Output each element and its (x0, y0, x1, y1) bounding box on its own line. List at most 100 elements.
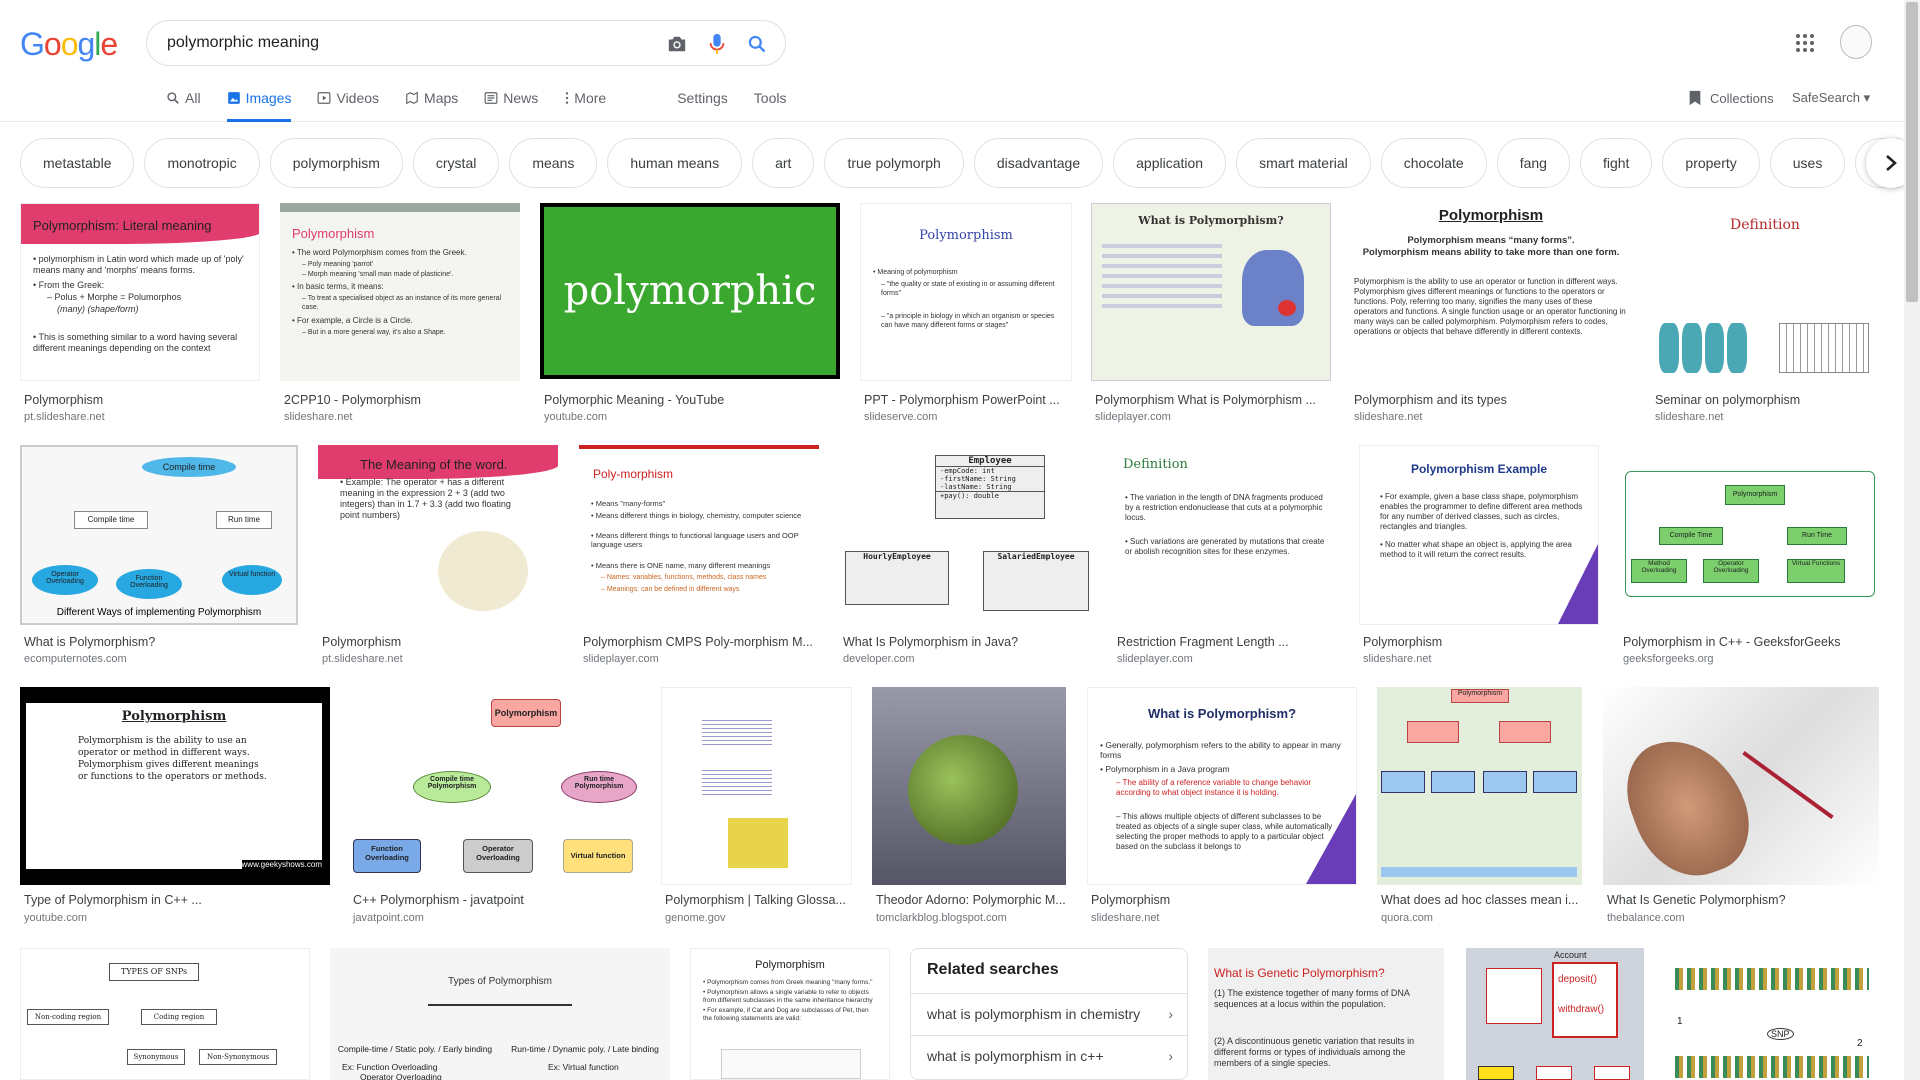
image-result[interactable]: Polymorphism Polymorphism means “many fo… (1350, 203, 1632, 425)
result-thumbnail[interactable]: Polymorphism (1377, 687, 1582, 885)
image-result[interactable]: What is Polymorphism? • Generally, polym… (1087, 687, 1357, 927)
chip[interactable]: uses (1769, 138, 1846, 188)
image-result[interactable]: Account deposit() withdraw() (1466, 948, 1644, 1080)
apps-grid-icon[interactable] (1795, 33, 1815, 53)
image-result[interactable]: Polymorphism Polymorphism is the ability… (20, 687, 330, 927)
result-thumbnail[interactable]: Compile time Compile time Run time Opera… (20, 445, 298, 625)
result-title[interactable]: Polymorphism in C++ - GeeksforGeeks (1623, 635, 1879, 649)
google-logo[interactable]: Google (20, 26, 118, 63)
result-title[interactable]: Seminar on polymorphism (1655, 393, 1879, 407)
result-source[interactable]: slideshare.net (1354, 411, 1423, 423)
chip[interactable]: fang (1496, 138, 1570, 188)
result-source[interactable]: slideshare.net (284, 411, 353, 423)
image-result[interactable]: TYPES OF SNPs Non-coding region Coding r… (20, 948, 310, 1080)
tab-settings[interactable]: Settings (677, 88, 728, 122)
result-thumbnail[interactable] (1603, 687, 1879, 885)
image-result[interactable]: Polymorphism • Polymorphism comes from G… (690, 948, 890, 1080)
page-scrollbar[interactable] (1904, 0, 1920, 1080)
image-result[interactable]: Polymorphism Compile time Polymorphism R… (349, 687, 641, 927)
tab-news[interactable]: News (484, 88, 538, 122)
result-title[interactable]: What Is Genetic Polymorphism? (1607, 893, 1879, 907)
result-source[interactable]: youtube.com (24, 912, 87, 924)
result-thumbnail[interactable]: Polymorphism: Literal meaning • polymorp… (20, 203, 260, 381)
search-icon[interactable] (745, 32, 769, 56)
image-result[interactable]: Employee -empCode: int -firstName: Strin… (839, 445, 1092, 667)
result-thumbnail[interactable]: Account deposit() withdraw() (1466, 948, 1644, 1080)
result-source[interactable]: pt.slideshare.net (322, 653, 403, 665)
result-source[interactable]: ecomputernotes.com (24, 653, 127, 665)
result-thumbnail[interactable]: What is Polymorphism? (1091, 203, 1331, 381)
image-result[interactable]: What is Polymorphism? Polymorphism What … (1091, 203, 1331, 425)
image-result[interactable]: What is Genetic Polymorphism? (1) The ex… (1208, 948, 1444, 1080)
microphone-icon[interactable] (705, 32, 729, 56)
image-result[interactable]: Compile time Compile time Run time Opera… (20, 445, 298, 667)
result-source[interactable]: slideplayer.com (1117, 653, 1193, 665)
result-source[interactable]: developer.com (843, 653, 915, 665)
result-title[interactable]: PPT - Polymorphism PowerPoint ... (864, 393, 1072, 407)
tab-images[interactable]: Images (226, 88, 292, 122)
result-title[interactable]: Polymorphic Meaning - YouTube (544, 393, 840, 407)
result-thumbnail[interactable]: Polymorphism • Polymorphism comes from G… (690, 948, 890, 1080)
result-source[interactable]: slideshare.net (1363, 653, 1432, 665)
result-title[interactable]: Restriction Fragment Length ... (1117, 635, 1339, 649)
result-thumbnail[interactable]: What is Genetic Polymorphism? (1) The ex… (1208, 948, 1444, 1080)
tab-videos[interactable]: Videos (317, 88, 379, 122)
image-result[interactable]: Poly-morphism • Means "many-forms" • Mea… (579, 445, 819, 667)
tab-maps[interactable]: Maps (405, 88, 458, 122)
chip[interactable]: smart material (1236, 138, 1371, 188)
image-result[interactable]: Theodor Adorno: Polymorphic M... tomclar… (872, 687, 1066, 927)
tab-all[interactable]: All (166, 88, 201, 122)
result-source[interactable]: pt.slideshare.net (24, 411, 105, 423)
image-result[interactable]: Definition Seminar on polymorphism slide… (1651, 203, 1879, 425)
result-title[interactable]: Polymorphism (322, 635, 558, 649)
result-source[interactable]: genome.gov (665, 912, 726, 924)
result-thumbnail[interactable]: Polymorphism Polymorphism means “many fo… (1350, 203, 1632, 381)
result-source[interactable]: tomclarkblog.blogspot.com (876, 912, 1007, 924)
image-result[interactable]: Types of Polymorphism Compile-time / Sta… (330, 948, 670, 1080)
result-title[interactable]: Theodor Adorno: Polymorphic M... (876, 893, 1066, 907)
chip[interactable]: human means (607, 138, 743, 188)
result-thumbnail[interactable]: Polymorphism Example • For example, give… (1359, 445, 1599, 625)
result-thumbnail[interactable]: What is Polymorphism? • Generally, polym… (1087, 687, 1357, 885)
result-source[interactable]: slideserve.com (864, 411, 937, 423)
tab-tools[interactable]: Tools (754, 88, 787, 122)
result-thumbnail[interactable]: 1 SNP 2 (1665, 948, 1879, 1080)
result-thumbnail[interactable]: TYPES OF SNPs Non-coding region Coding r… (20, 948, 310, 1080)
chip[interactable]: art (752, 138, 815, 188)
result-title[interactable]: 2CPP10 - Polymorphism (284, 393, 520, 407)
chip[interactable]: fight (1579, 138, 1653, 188)
result-title[interactable]: Polymorphism (1091, 893, 1357, 907)
image-result[interactable]: Polymorphism Example • For example, give… (1359, 445, 1599, 667)
chip[interactable]: true polymorph (824, 138, 964, 188)
camera-icon[interactable] (665, 32, 689, 56)
result-title[interactable]: C++ Polymorphism - javatpoint (353, 893, 641, 907)
result-thumbnail[interactable]: Definition • The variation in the length… (1113, 445, 1339, 625)
result-title[interactable]: What Is Polymorphism in Java? (843, 635, 1092, 649)
result-thumbnail[interactable] (872, 687, 1066, 885)
scrollbar-thumb[interactable] (1906, 2, 1918, 302)
result-title[interactable]: Type of Polymorphism in C++ ... (24, 893, 234, 907)
image-result[interactable]: Polymorphism • Meaning of polymorphism –… (860, 203, 1072, 425)
image-result[interactable]: Polymorphism | Talking Glossa... genome.… (661, 687, 852, 927)
image-result[interactable]: Polymorphism What does ad hoc classes me… (1377, 687, 1582, 927)
tab-more[interactable]: More (564, 88, 606, 122)
image-result[interactable]: polymorphic Polymorphic Meaning - YouTub… (540, 203, 840, 425)
result-source[interactable]: slideshare.net (1091, 912, 1160, 924)
chip[interactable]: crystal (412, 138, 500, 188)
collections-link[interactable]: Collections (1688, 90, 1774, 106)
chip[interactable]: disadvantage (973, 138, 1104, 188)
result-title[interactable]: Polymorphism | Talking Glossa... (665, 893, 852, 907)
search-input[interactable] (167, 31, 647, 55)
chip[interactable]: means (509, 138, 598, 188)
result-thumbnail[interactable]: Polymorphism Polymorphism is the ability… (20, 687, 330, 885)
result-thumbnail[interactable]: Polymorphism Compile Time Run Time Metho… (1619, 445, 1879, 625)
result-thumbnail[interactable]: Polymorphism Compile time Polymorphism R… (349, 687, 641, 885)
chip[interactable]: chocolate (1380, 138, 1487, 188)
result-source[interactable]: quora.com (1381, 912, 1433, 924)
chip[interactable]: property (1662, 138, 1760, 188)
result-thumbnail[interactable]: Polymorphism • Meaning of polymorphism –… (860, 203, 1072, 381)
result-title[interactable]: What is Polymorphism? (24, 635, 298, 649)
chip[interactable]: application (1113, 138, 1227, 188)
result-title[interactable]: Polymorphism CMPS Poly-morphism M... (583, 635, 819, 649)
result-source[interactable]: youtube.com (544, 411, 607, 423)
